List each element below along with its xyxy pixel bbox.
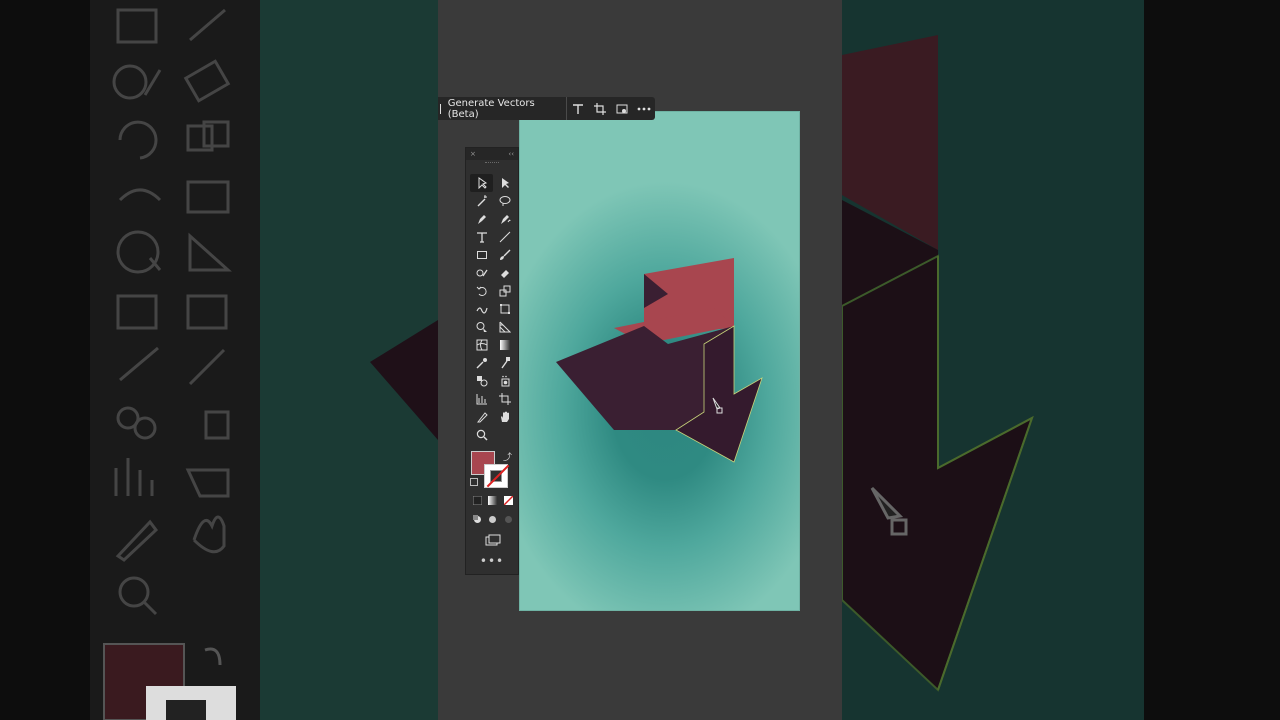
tools-grid: [470, 174, 516, 444]
screen-mode-row: [470, 534, 516, 546]
paintbrush-tool-icon[interactable]: [493, 246, 516, 264]
type-icon[interactable]: [567, 97, 589, 120]
line-segment-tool-icon[interactable]: [493, 228, 516, 246]
stroke-swatch[interactable]: [484, 464, 510, 488]
zoomed-artwork-illustration: [842, 35, 1034, 692]
default-fill-stroke-icon[interactable]: [470, 478, 478, 486]
panel-grip[interactable]: [466, 160, 518, 166]
tools-panel-header: × ‹‹: [466, 148, 518, 160]
scale-tool-icon[interactable]: [493, 282, 516, 300]
blend-tool-icon[interactable]: [470, 372, 493, 390]
slice-tool-icon[interactable]: [470, 408, 493, 426]
image-trace-icon[interactable]: [611, 97, 633, 120]
eyedropper-alt-tool-icon[interactable]: [493, 354, 516, 372]
collapse-panel-button[interactable]: ‹‹: [508, 150, 514, 158]
warp-tool-icon[interactable]: [470, 300, 493, 318]
edit-toolbar-button[interactable]: •••: [466, 554, 518, 568]
shape-builder-tool-icon[interactable]: [470, 318, 493, 336]
fill-stroke-swatches: ⤴: [470, 450, 516, 490]
none-mode-icon[interactable]: [503, 496, 513, 505]
change-screen-mode-icon[interactable]: [485, 534, 501, 546]
eyedropper-tool-icon[interactable]: [470, 354, 493, 372]
sparkle-icon: [440, 103, 444, 114]
draw-normal-icon[interactable]: [473, 515, 482, 524]
symbol-sprayer-tool-icon[interactable]: [493, 372, 516, 390]
curvature-tool-icon[interactable]: [493, 210, 516, 228]
hand-tool-icon[interactable]: [493, 408, 516, 426]
artboard-tool-icon[interactable]: [493, 390, 516, 408]
contextual-task-bar: Generate Vectors (Beta): [438, 97, 655, 120]
rotate-tool-icon[interactable]: [470, 282, 493, 300]
gradient-tool-icon[interactable]: [493, 336, 516, 354]
artwork-shapes: [556, 258, 763, 463]
artboard[interactable]: [519, 111, 800, 611]
swap-fill-stroke-icon[interactable]: ⤴: [503, 450, 512, 463]
draw-mode-row: [470, 515, 516, 524]
pen-tool-icon[interactable]: [470, 210, 493, 228]
eraser-tool-icon[interactable]: [493, 264, 516, 282]
draw-behind-icon[interactable]: [488, 515, 497, 524]
graph-tool-icon[interactable]: [470, 390, 493, 408]
free-transform-tool-icon[interactable]: [493, 300, 516, 318]
rectangle-tool-icon[interactable]: [470, 246, 493, 264]
perspective-grid-tool-icon[interactable]: [493, 318, 516, 336]
direct-selection-tool-icon[interactable]: [493, 174, 516, 192]
lasso-tool-icon[interactable]: [493, 192, 516, 210]
illustrator-workspace: Generate Vectors (Beta) × ‹‹ ⤴ •••: [438, 0, 842, 720]
type-tool-icon[interactable]: [470, 228, 493, 246]
crop-icon[interactable]: [589, 97, 611, 120]
shaper-tool-icon[interactable]: [470, 264, 493, 282]
magic-wand-tool-icon[interactable]: [470, 192, 493, 210]
color-mode-row: [470, 496, 516, 505]
mesh-tool-icon[interactable]: [470, 336, 493, 354]
draw-inside-icon[interactable]: [504, 515, 513, 524]
screen: Generate Vectors (Beta) × ‹‹ ⤴ •••: [0, 0, 1280, 720]
more-options-icon[interactable]: [633, 97, 655, 120]
close-panel-button[interactable]: ×: [470, 150, 476, 158]
tools-panel: × ‹‹ ⤴ •••: [465, 147, 519, 575]
generate-vectors-label: Generate Vectors (Beta): [447, 97, 535, 120]
selection-tool-icon[interactable]: [470, 174, 493, 192]
zoomed-tools-illustration: [103, 8, 438, 720]
zoomed-backdrop-left: [0, 0, 438, 720]
generate-vectors-button[interactable]: Generate Vectors (Beta): [438, 97, 568, 120]
gradient-mode-icon[interactable]: [488, 496, 498, 505]
zoom-tool-icon[interactable]: [470, 426, 493, 444]
zoomed-backdrop-right: [842, 0, 1280, 720]
color-mode-icon[interactable]: [473, 496, 483, 505]
